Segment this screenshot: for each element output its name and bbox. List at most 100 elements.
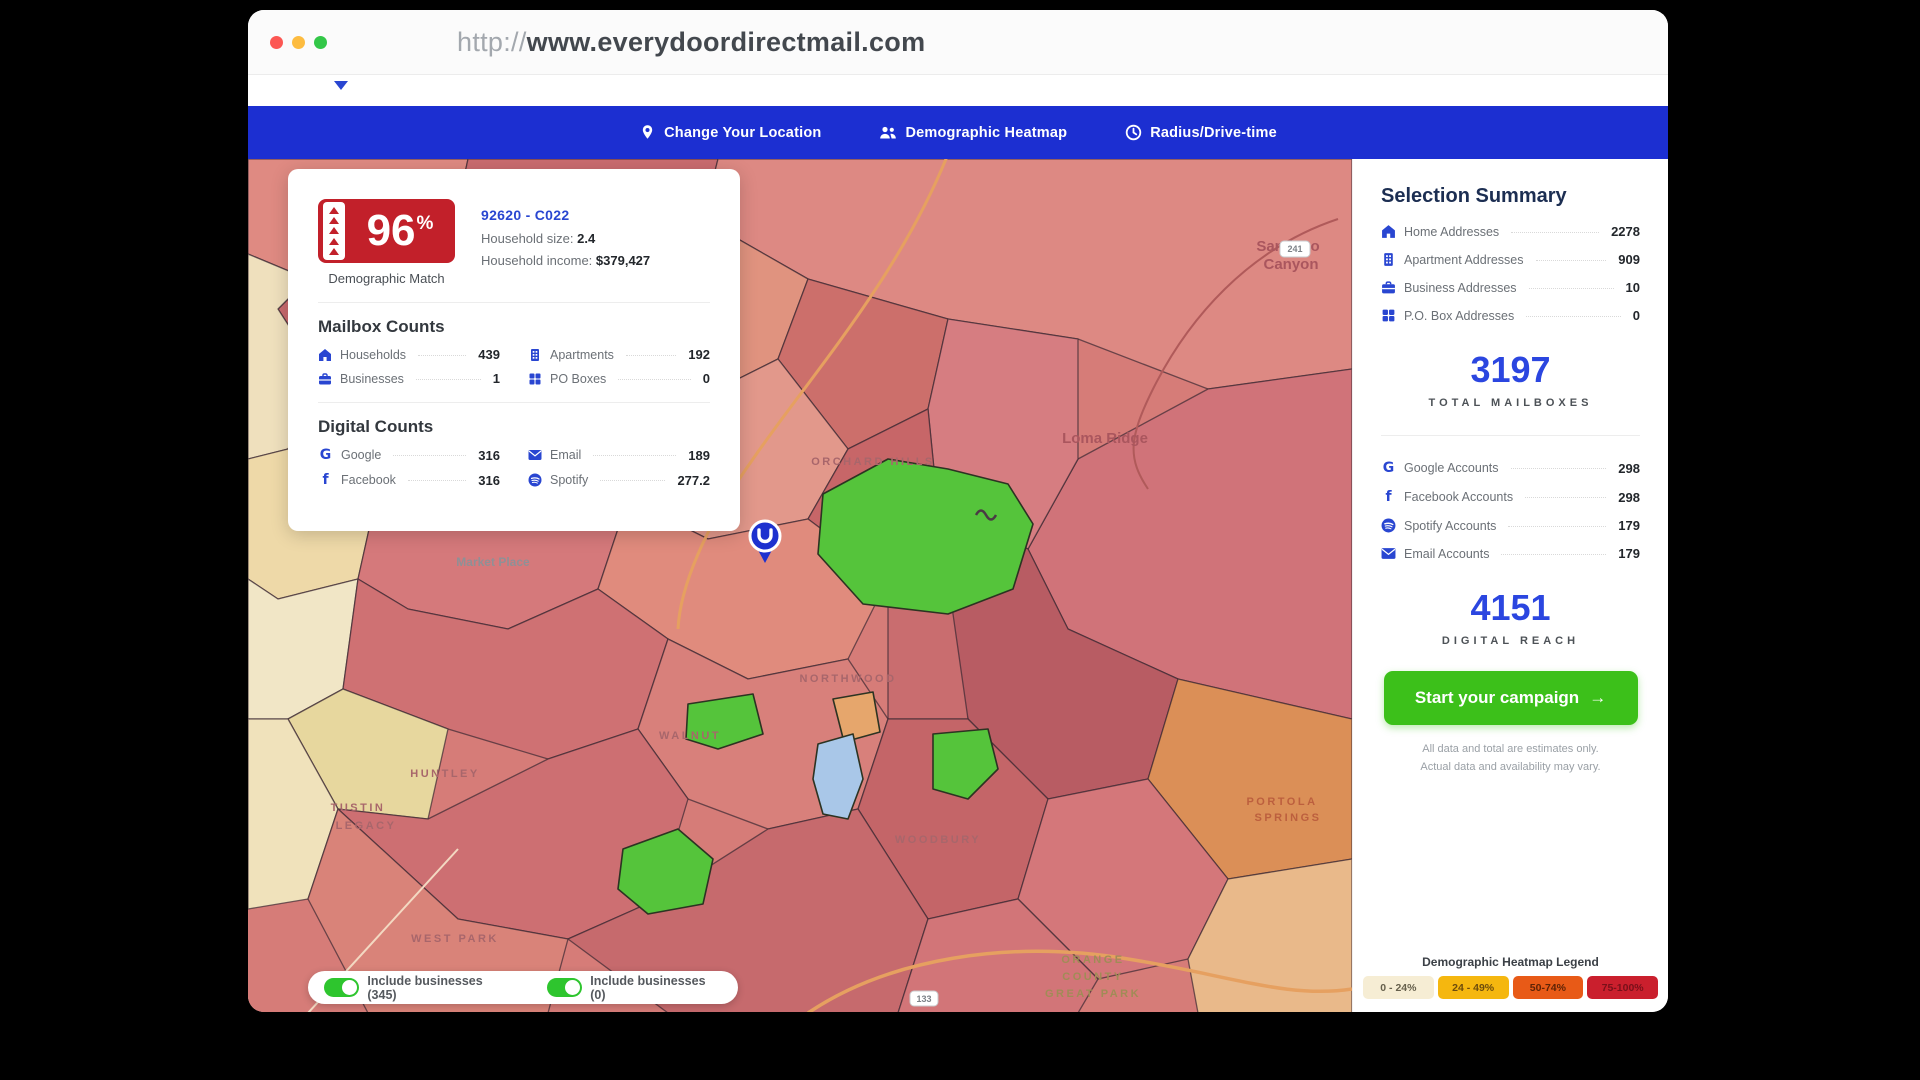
url-scheme: http:// (457, 27, 527, 57)
count-value: 277.2 (677, 473, 710, 488)
household-size-label: Household size: (481, 231, 574, 246)
maximize-window-icon[interactable] (314, 36, 327, 49)
summary-label: Home Addresses (1404, 225, 1499, 239)
match-score: 96% (345, 209, 455, 253)
toggle-switch-on[interactable] (324, 978, 359, 997)
count-value: 439 (478, 347, 500, 362)
match-caption: Demographic Match (318, 271, 455, 286)
summary-value: 909 (1618, 252, 1640, 267)
apartment-building-icon (1381, 252, 1396, 267)
summary-value: 298 (1618, 490, 1640, 505)
digital-reach-value: 4151 (1381, 587, 1640, 629)
browser-chrome: http://www.everydoordirectmail.com (248, 10, 1668, 75)
summary-value: 10 (1626, 280, 1640, 295)
summary-row-facebook-accounts: f Facebook Accounts298 (1381, 489, 1640, 505)
map-toolbar: Change Your Location Demographic Heatmap… (248, 106, 1668, 159)
legend-pill-0-24: 0 - 24% (1363, 976, 1434, 999)
toggle-label: Include businesses (0) (590, 974, 722, 1002)
close-window-icon[interactable] (270, 36, 283, 49)
facebook-icon: f (318, 472, 333, 488)
map-label-walnut: WALNUT (659, 730, 721, 742)
briefcase-icon (318, 372, 332, 386)
total-mailboxes-value: 3197 (1381, 349, 1640, 391)
page-top-strip (248, 75, 1668, 106)
summary-value: 2278 (1611, 224, 1640, 239)
house-icon (1381, 224, 1396, 239)
mail-icon (1381, 547, 1396, 560)
arrow-right-icon: → (1589, 688, 1606, 708)
count-row-google: G Google 316 (318, 447, 500, 463)
match-value: 96 (367, 206, 416, 255)
count-row-spotify: Spotify 277.2 (528, 472, 710, 488)
selection-summary-panel: Selection Summary Home Addresses2278 Apa… (1352, 159, 1668, 1012)
google-icon: G (1381, 460, 1396, 476)
map-label-great-park: GREAT PARK (1045, 988, 1141, 1000)
map-label-portola: PORTOLA (1246, 796, 1317, 808)
count-value: 316 (478, 448, 500, 463)
match-score-badge: 96% (318, 199, 455, 263)
map-label-canyon: Canyon (1263, 256, 1318, 273)
window-controls (270, 36, 327, 49)
summary-value: 179 (1618, 518, 1640, 533)
count-label: Facebook (341, 473, 396, 487)
count-label: Households (340, 348, 406, 362)
heatmap-canvas[interactable]: Santiago Canyon Loma Ridge ORCHARD HILLS… (248, 159, 1352, 1012)
map-label-orchard-hills: ORCHARD HILLS (811, 456, 935, 468)
facebook-icon: f (1381, 489, 1396, 505)
legend-pill-50-74: 50-74% (1513, 976, 1584, 999)
map-label-northwood: NORTHWOOD (799, 673, 896, 685)
location-pin-icon (639, 124, 656, 141)
summary-value: 298 (1618, 461, 1640, 476)
legend-pill-75-100: 75-100% (1587, 976, 1658, 999)
highway-shield-133-label: 133 (916, 994, 931, 1004)
highway-shield-241-label: 241 (1287, 244, 1302, 254)
ticket-edge-pattern (323, 202, 345, 260)
map-label-market-place: Market Place (456, 555, 530, 569)
count-value: 192 (688, 347, 710, 362)
map-label-county: COUNTY (1062, 971, 1123, 983)
count-row-businesses: Businesses1 (318, 371, 500, 386)
divider (318, 402, 710, 403)
count-label: Email (550, 448, 581, 462)
apartment-building-icon (528, 348, 542, 362)
summary-row-email-accounts: Email Accounts179 (1381, 546, 1640, 561)
map-label-tustin: TUSTIN (331, 802, 386, 814)
people-icon (879, 125, 897, 141)
heatmap-legend: Demographic Heatmap Legend 0 - 24% 24 - … (1353, 955, 1668, 999)
count-row-households: Households 439 (318, 347, 500, 362)
start-campaign-button[interactable]: Start your campaign → (1384, 671, 1638, 725)
browser-window: http://www.everydoordirectmail.com Chang… (248, 10, 1668, 1012)
google-icon: G (318, 447, 333, 463)
map-label-orange: ORANGE (1061, 954, 1124, 966)
summary-label: Business Addresses (1404, 281, 1517, 295)
nav-change-location[interactable]: Change Your Location (639, 124, 821, 141)
summary-value: 0 (1633, 308, 1640, 323)
nav-item-label: Radius/Drive-time (1150, 125, 1277, 141)
household-income-label: Household income: (481, 253, 592, 268)
count-label: Google (341, 448, 381, 462)
mailbox-counts-heading: Mailbox Counts (318, 317, 710, 337)
disclaimer-line-1: All data and total are estimates only. (1381, 741, 1640, 759)
map-label-huntley: HUNTLEY (410, 768, 479, 780)
map-label-west-park: WEST PARK (411, 933, 499, 945)
toggle-switch-on[interactable] (547, 978, 582, 997)
map-label-loma-ridge: Loma Ridge (1062, 430, 1148, 447)
count-value: 0 (703, 371, 710, 386)
map-label-legacy: LEGACY (336, 820, 397, 832)
count-label: Spotify (550, 473, 588, 487)
nav-demographic-heatmap[interactable]: Demographic Heatmap (879, 125, 1067, 141)
summary-row-spotify-accounts: Spotify Accounts179 (1381, 518, 1640, 533)
toggle-include-businesses-2: Include businesses (0) (547, 974, 722, 1002)
summary-row-google-accounts: G Google Accounts 298 (1381, 460, 1640, 476)
minimize-window-icon[interactable] (292, 36, 305, 49)
summary-row-pobox-addresses: P.O. Box Addresses0 (1381, 308, 1640, 323)
count-value: 189 (688, 448, 710, 463)
disclaimer-line-2: Actual data and availability may vary. (1381, 759, 1640, 777)
count-label: Apartments (550, 348, 614, 362)
house-icon (318, 348, 332, 362)
dropdown-chevron-icon[interactable] (334, 81, 348, 90)
summary-label: Google Accounts (1404, 461, 1499, 475)
address-bar[interactable]: http://www.everydoordirectmail.com (457, 27, 925, 58)
nav-radius-drivetime[interactable]: Radius/Drive-time (1125, 124, 1277, 141)
url-host: www.everydoordirectmail.com (527, 27, 926, 57)
